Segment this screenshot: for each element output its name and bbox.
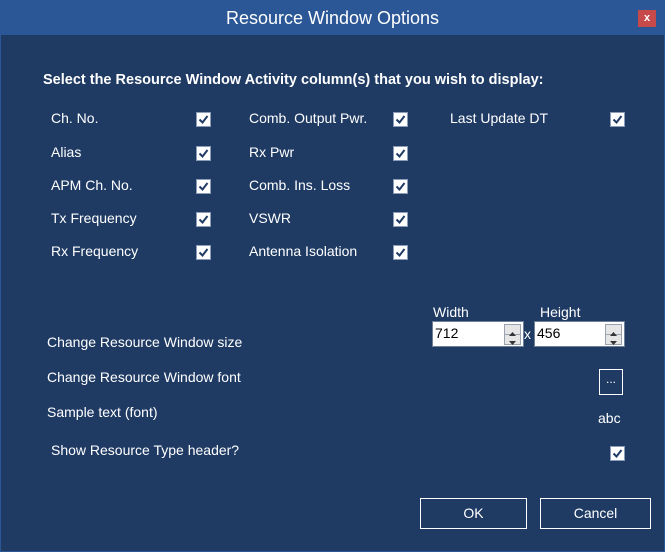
checkbox-antenna-isolation[interactable]	[393, 245, 408, 260]
width-label: Width	[433, 304, 469, 320]
width-increment-button[interactable]	[505, 325, 520, 336]
dialog-content: Select the Resource Window Activity colu…	[9, 36, 656, 543]
column-label-comb-output-pwr: Comb. Output Pwr.	[249, 110, 368, 126]
checkbox-ch-no[interactable]	[196, 112, 211, 127]
checkbox-alias[interactable]	[196, 146, 211, 161]
column-label-alias: Alias	[51, 144, 82, 160]
window-font-label: Change Resource Window font	[47, 369, 241, 385]
font-picker-button[interactable]: ...	[599, 369, 623, 395]
column-label-vswr: VSWR	[249, 210, 291, 226]
checkbox-rx-frequency[interactable]	[196, 245, 211, 260]
show-resource-type-header-label: Show Resource Type header?	[51, 442, 240, 458]
height-label: Height	[540, 304, 581, 320]
column-label-apm-ch-no: APM Ch. No.	[51, 177, 133, 193]
sample-text-label: Sample text (font)	[47, 404, 158, 420]
width-value: 712	[435, 325, 459, 341]
height-spinner-arrows[interactable]	[605, 324, 622, 345]
checkbox-comb-output-pwr[interactable]	[393, 112, 408, 127]
column-selection-heading: Select the Resource Window Activity colu…	[43, 72, 544, 88]
height-decrement-button[interactable]	[606, 335, 621, 345]
resource-window-options-dialog: Resource Window Options x Select the Res…	[0, 0, 665, 552]
column-label-ch-no: Ch. No.	[51, 110, 99, 126]
size-separator: x	[524, 326, 531, 342]
checkbox-tx-frequency[interactable]	[196, 212, 211, 227]
width-spinner[interactable]: 712	[432, 321, 524, 347]
column-label-last-update-dt: Last Update DT	[450, 110, 549, 126]
column-label-comb-ins-loss: Comb. Ins. Loss	[249, 177, 351, 193]
title-bar: Resource Window Options x	[1, 1, 664, 35]
checkbox-last-update-dt[interactable]	[610, 112, 625, 127]
height-increment-button[interactable]	[606, 325, 621, 336]
column-label-rx-pwr: Rx Pwr	[249, 144, 295, 160]
checkbox-vswr[interactable]	[393, 212, 408, 227]
column-label-rx-frequency: Rx Frequency	[51, 243, 139, 259]
column-label-tx-frequency: Tx Frequency	[51, 210, 137, 226]
checkbox-show-resource-type-header[interactable]	[610, 446, 625, 461]
checkbox-rx-pwr[interactable]	[393, 146, 408, 161]
window-title: Resource Window Options	[225, 8, 440, 28]
checkbox-apm-ch-no[interactable]	[196, 179, 211, 194]
close-button[interactable]: x	[638, 10, 656, 27]
height-value: 456	[537, 325, 561, 341]
column-label-antenna-isolation: Antenna Isolation	[249, 243, 358, 259]
width-spinner-arrows[interactable]	[504, 324, 521, 345]
ok-button[interactable]: OK	[420, 498, 527, 529]
sample-text-preview: abc	[598, 410, 621, 426]
checkbox-comb-ins-loss[interactable]	[393, 179, 408, 194]
height-spinner[interactable]: 456	[534, 321, 625, 347]
width-decrement-button[interactable]	[505, 335, 520, 345]
cancel-button[interactable]: Cancel	[540, 498, 651, 529]
window-size-label: Change Resource Window size	[47, 334, 243, 350]
